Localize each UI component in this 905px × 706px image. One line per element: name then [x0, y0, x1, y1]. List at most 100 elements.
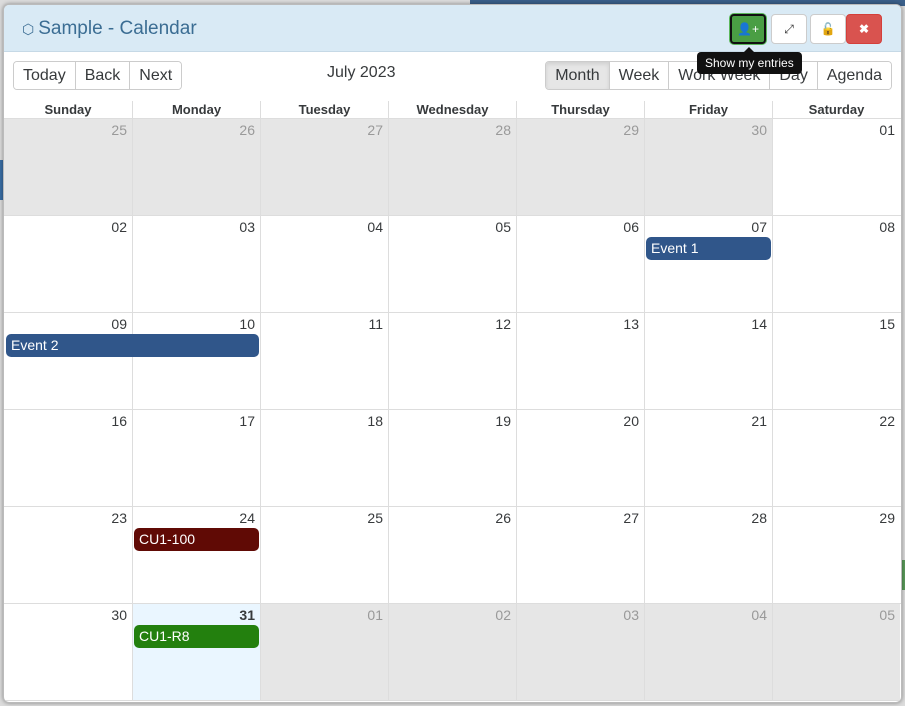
day-cell[interactable]: 19: [388, 410, 516, 506]
day-number[interactable]: 03: [623, 607, 639, 623]
day-number[interactable]: 31: [239, 607, 255, 623]
calendar-event[interactable]: Event 1: [646, 237, 771, 260]
day-cell[interactable]: 26: [388, 507, 516, 603]
day-cell[interactable]: 01: [772, 119, 900, 215]
day-number[interactable]: 29: [879, 510, 895, 526]
back-button[interactable]: Back: [74, 62, 130, 89]
day-cell[interactable]: 02: [388, 604, 516, 700]
day-number[interactable]: 10: [239, 316, 255, 332]
day-cell[interactable]: 05: [388, 216, 516, 312]
day-cell[interactable]: 21: [644, 410, 772, 506]
day-cell[interactable]: 20: [516, 410, 644, 506]
day-cell[interactable]: 29: [516, 119, 644, 215]
day-number[interactable]: 27: [367, 122, 383, 138]
day-number[interactable]: 07: [751, 219, 767, 235]
day-number[interactable]: 22: [879, 413, 895, 429]
day-number[interactable]: 02: [495, 607, 511, 623]
view-week-button[interactable]: Week: [608, 62, 669, 89]
unlock-icon: 🔓: [820, 22, 836, 36]
day-number[interactable]: 14: [751, 316, 767, 332]
day-number[interactable]: 01: [367, 607, 383, 623]
day-cell[interactable]: 01: [260, 604, 388, 700]
day-number[interactable]: 01: [879, 122, 895, 138]
day-cell[interactable]: 30: [4, 604, 132, 700]
window-titlebar[interactable]: ⬡ Sample - Calendar 👤+ ⤢ 🔓 ✖: [4, 5, 901, 52]
day-number[interactable]: 03: [239, 219, 255, 235]
day-number[interactable]: 04: [367, 219, 383, 235]
day-number[interactable]: 28: [495, 122, 511, 138]
show-my-entries-button[interactable]: 👤+: [730, 14, 766, 44]
day-cell[interactable]: 26: [132, 119, 260, 215]
expand-button[interactable]: ⤢: [771, 14, 807, 44]
day-number[interactable]: 04: [751, 607, 767, 623]
day-cell[interactable]: 04: [644, 604, 772, 700]
day-number[interactable]: 30: [751, 122, 767, 138]
day-number[interactable]: 28: [751, 510, 767, 526]
day-number[interactable]: 20: [623, 413, 639, 429]
day-number[interactable]: 18: [367, 413, 383, 429]
day-cell[interactable]: 27: [260, 119, 388, 215]
day-number[interactable]: 02: [111, 219, 127, 235]
day-cell[interactable]: 22: [772, 410, 900, 506]
day-cell[interactable]: 04: [260, 216, 388, 312]
day-cell[interactable]: 07: [644, 216, 772, 312]
day-number[interactable]: 25: [367, 510, 383, 526]
calendar-event[interactable]: CU1-R8: [134, 625, 259, 648]
day-number[interactable]: 23: [111, 510, 127, 526]
day-cell[interactable]: 27: [516, 507, 644, 603]
day-cell[interactable]: 17: [132, 410, 260, 506]
day-cell[interactable]: 11: [260, 313, 388, 409]
day-cell[interactable]: 18: [260, 410, 388, 506]
day-cell[interactable]: 25: [4, 119, 132, 215]
day-number[interactable]: 17: [239, 413, 255, 429]
day-cell[interactable]: 13: [516, 313, 644, 409]
day-number[interactable]: 19: [495, 413, 511, 429]
day-number[interactable]: 26: [239, 122, 255, 138]
day-number[interactable]: 24: [239, 510, 255, 526]
day-cell[interactable]: 28: [644, 507, 772, 603]
day-number[interactable]: 21: [751, 413, 767, 429]
day-cell[interactable]: 25: [260, 507, 388, 603]
day-cell[interactable]: 10: [132, 313, 260, 409]
day-number[interactable]: 05: [879, 607, 895, 623]
day-cell[interactable]: 28: [388, 119, 516, 215]
next-button[interactable]: Next: [129, 62, 182, 89]
day-number[interactable]: 05: [495, 219, 511, 235]
day-cell[interactable]: 03: [516, 604, 644, 700]
day-cell[interactable]: 08: [772, 216, 900, 312]
calendar-event[interactable]: CU1-100: [134, 528, 259, 551]
day-number[interactable]: 15: [879, 316, 895, 332]
day-number[interactable]: 09: [111, 316, 127, 332]
day-cell[interactable]: 06: [516, 216, 644, 312]
today-button[interactable]: Today: [14, 62, 75, 89]
day-number[interactable]: 29: [623, 122, 639, 138]
day-cell[interactable]: 24: [132, 507, 260, 603]
day-number[interactable]: 11: [368, 316, 383, 332]
day-number[interactable]: 06: [623, 219, 639, 235]
day-cell[interactable]: 03: [132, 216, 260, 312]
calendar-event[interactable]: Event 2: [6, 334, 259, 357]
day-cell[interactable]: 09: [4, 313, 132, 409]
day-cell[interactable]: 14: [644, 313, 772, 409]
day-number[interactable]: 25: [111, 122, 127, 138]
day-cell[interactable]: 15: [772, 313, 900, 409]
day-number[interactable]: 30: [111, 607, 127, 623]
day-number[interactable]: 27: [623, 510, 639, 526]
day-cell[interactable]: 30: [644, 119, 772, 215]
day-cell[interactable]: 02: [4, 216, 132, 312]
day-number[interactable]: 16: [111, 413, 127, 429]
day-cell[interactable]: 29: [772, 507, 900, 603]
day-cell[interactable]: 05: [772, 604, 900, 700]
view-agenda-button[interactable]: Agenda: [816, 62, 891, 89]
day-number[interactable]: 08: [879, 219, 895, 235]
lock-button[interactable]: 🔓: [810, 14, 846, 44]
day-number[interactable]: 13: [623, 316, 639, 332]
day-cell-today[interactable]: 31: [132, 604, 260, 700]
day-number[interactable]: 26: [495, 510, 511, 526]
day-cell[interactable]: 12: [388, 313, 516, 409]
day-number[interactable]: 12: [495, 316, 511, 332]
day-cell[interactable]: 16: [4, 410, 132, 506]
day-cell[interactable]: 23: [4, 507, 132, 603]
close-button[interactable]: ✖: [846, 14, 882, 44]
view-month-button[interactable]: Month: [546, 62, 609, 89]
